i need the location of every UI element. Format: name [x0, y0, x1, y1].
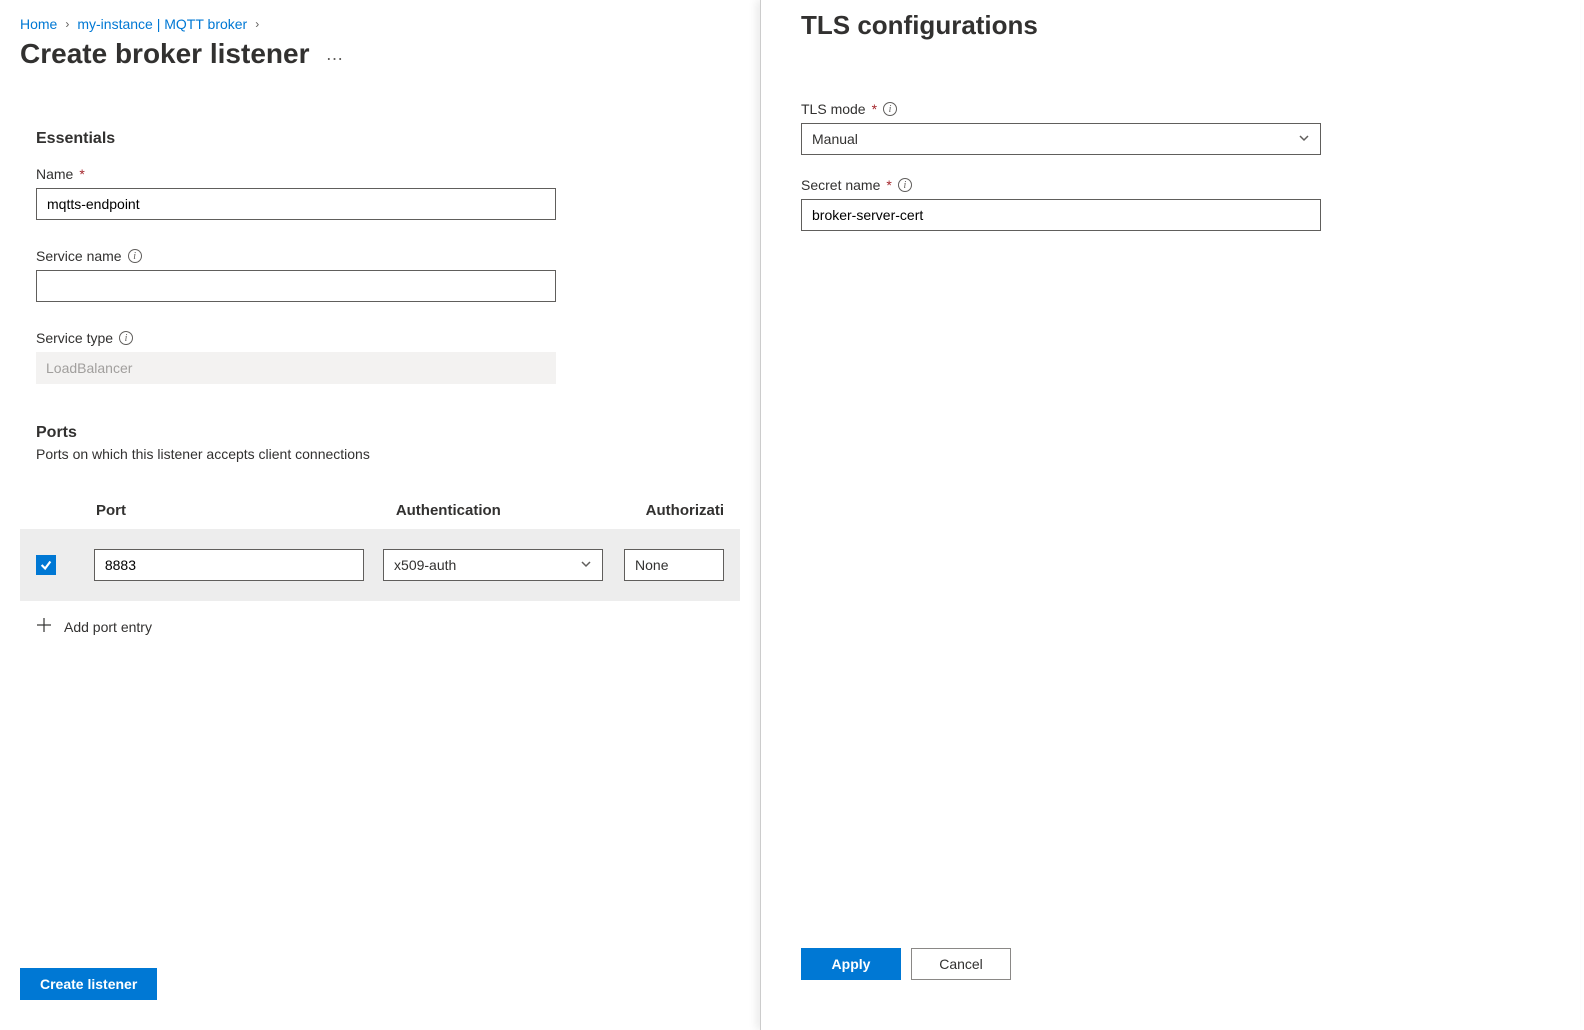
name-field-group: Name *	[36, 166, 740, 220]
col-check-header	[36, 502, 96, 519]
chevron-down-icon	[580, 557, 592, 573]
add-port-entry-button[interactable]: Add port entry	[20, 601, 740, 652]
breadcrumb: Home › my-instance | MQTT broker ›	[20, 16, 740, 32]
info-icon[interactable]: i	[883, 102, 897, 116]
authentication-select[interactable]: x509-auth	[383, 549, 603, 581]
secret-name-label: Secret name * i	[801, 177, 1540, 193]
col-port-header: Port	[96, 502, 396, 519]
essentials-section: Essentials Name * Service name i Service…	[20, 130, 740, 462]
essentials-heading: Essentials	[36, 130, 740, 148]
name-label: Name *	[36, 166, 740, 182]
authentication-value: x509-auth	[394, 557, 456, 573]
more-actions-icon[interactable]: …	[325, 44, 344, 65]
service-name-input[interactable]	[36, 270, 556, 302]
panel-form: TLS mode * i Manual Secret name * i	[801, 101, 1540, 253]
ports-table-header: Port Authentication Authorizati	[20, 502, 740, 529]
tls-mode-select[interactable]: Manual	[801, 123, 1321, 155]
tls-mode-value: Manual	[812, 131, 858, 147]
authorization-select[interactable]: None	[624, 549, 724, 581]
create-listener-button[interactable]: Create listener	[20, 968, 157, 1000]
main-footer: Create listener	[20, 968, 157, 1000]
service-type-input	[36, 352, 556, 384]
apply-button[interactable]: Apply	[801, 948, 901, 980]
chevron-right-icon: ›	[255, 17, 259, 31]
ports-heading: Ports	[36, 424, 740, 442]
secret-name-field-group: Secret name * i	[801, 177, 1540, 231]
name-label-text: Name	[36, 166, 73, 182]
service-name-field-group: Service name i	[36, 248, 740, 302]
authorization-value: None	[635, 557, 668, 573]
service-name-label: Service name i	[36, 248, 740, 264]
panel-title: TLS configurations	[801, 10, 1540, 41]
page-title-row: Create broker listener …	[20, 38, 740, 70]
tls-mode-field-group: TLS mode * i Manual	[801, 101, 1540, 155]
info-icon[interactable]: i	[128, 249, 142, 263]
required-indicator: *	[79, 166, 84, 182]
required-indicator: *	[872, 101, 877, 117]
tls-mode-label: TLS mode * i	[801, 101, 1540, 117]
info-icon[interactable]: i	[898, 178, 912, 192]
col-auth-header: Authentication	[396, 502, 646, 519]
breadcrumb-instance[interactable]: my-instance | MQTT broker	[77, 16, 247, 32]
secret-name-input[interactable]	[801, 199, 1321, 231]
row-checkbox[interactable]	[36, 555, 56, 575]
service-type-label: Service type i	[36, 330, 740, 346]
service-name-label-text: Service name	[36, 248, 122, 264]
tls-config-panel: TLS configurations TLS mode * i Manual S…	[760, 0, 1580, 1030]
ports-table: Port Authentication Authorizati x509-aut…	[20, 502, 740, 652]
plus-icon	[36, 617, 52, 636]
main-pane: Home › my-instance | MQTT broker › Creat…	[0, 0, 760, 1030]
breadcrumb-home[interactable]: Home	[20, 16, 57, 32]
table-row: x509-auth None	[20, 529, 740, 601]
chevron-right-icon: ›	[65, 17, 69, 31]
add-port-entry-label: Add port entry	[64, 619, 152, 635]
col-authz-header: Authorizati	[646, 502, 724, 519]
service-type-label-text: Service type	[36, 330, 113, 346]
tls-mode-label-text: TLS mode	[801, 101, 866, 117]
chevron-down-icon	[1298, 131, 1310, 147]
cancel-button[interactable]: Cancel	[911, 948, 1011, 980]
service-type-field-group: Service type i	[36, 330, 740, 384]
required-indicator: *	[886, 177, 891, 193]
info-icon[interactable]: i	[119, 331, 133, 345]
port-input[interactable]	[94, 549, 364, 581]
check-icon	[39, 558, 53, 572]
page-title: Create broker listener	[20, 38, 309, 70]
ports-description: Ports on which this listener accepts cli…	[36, 446, 740, 462]
panel-footer: Apply Cancel	[801, 948, 1540, 1010]
secret-name-label-text: Secret name	[801, 177, 880, 193]
name-input[interactable]	[36, 188, 556, 220]
